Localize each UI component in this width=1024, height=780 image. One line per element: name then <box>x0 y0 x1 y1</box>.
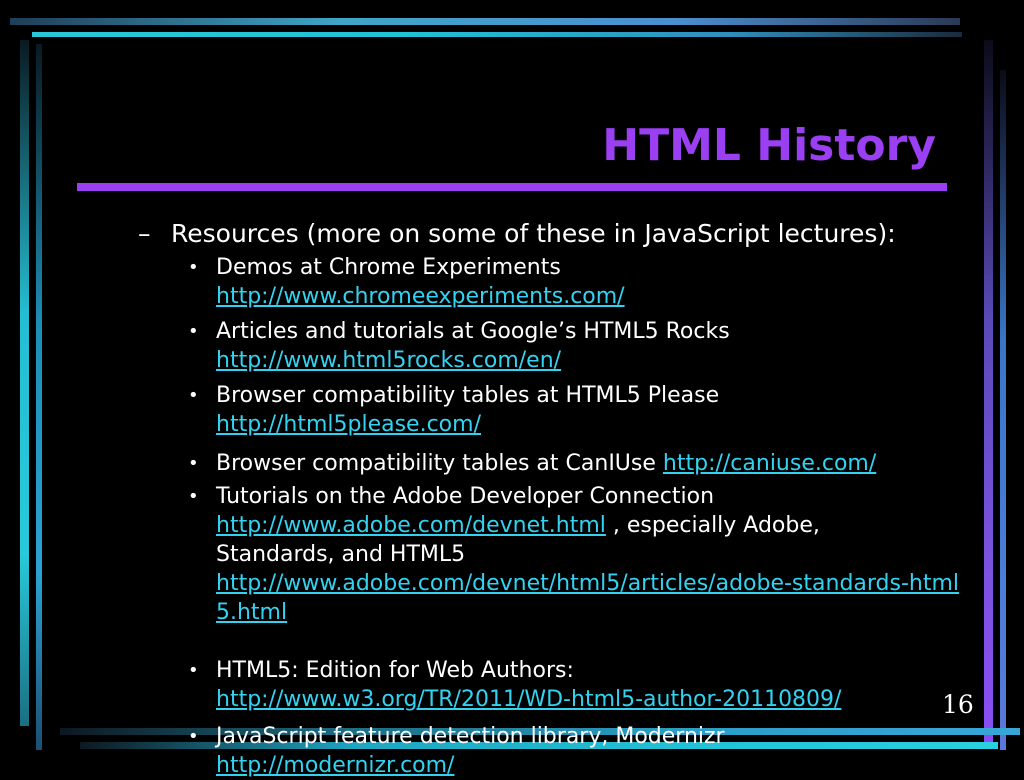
list-item-text: HTML5: Edition for Web Authors: <box>216 658 574 683</box>
link-html5rocks[interactable]: http://www.html5rocks.com/en/ <box>216 346 976 375</box>
list-item: • JavaScript feature detection library, … <box>188 722 976 780</box>
bullet-icon: • <box>188 257 199 278</box>
list-item-text: Articles and tutorials at Google’s HTML5… <box>216 319 730 344</box>
list-item: • Demos at Chrome Experiments http://www… <box>188 253 976 311</box>
slide-content: – Resources (more on some of these in Ja… <box>0 0 1024 778</box>
page-number: 16 <box>942 690 974 719</box>
list-item-text: Demos at Chrome Experiments <box>216 255 561 280</box>
link-caniuse[interactable]: http://caniuse.com/ <box>663 451 876 476</box>
bullet-icon: • <box>188 321 199 342</box>
list-item: • Articles and tutorials at Google’s HTM… <box>188 317 976 375</box>
bullet-icon: • <box>188 726 199 747</box>
bullet-icon: • <box>188 486 199 507</box>
link-chromeexperiments[interactable]: http://www.chromeexperiments.com/ <box>216 282 976 311</box>
list-item-text: Browser compatibility tables at HTML5 Pl… <box>216 383 720 408</box>
list-item: • Browser compatibility tables at HTML5 … <box>188 381 976 439</box>
level1-dash-icon: – <box>138 219 151 248</box>
level1-heading: Resources (more on some of these in Java… <box>171 219 896 248</box>
list-item-text: JavaScript feature detection library, Mo… <box>216 724 725 749</box>
bullet-icon: • <box>188 385 199 406</box>
list-item: • Tutorials on the Adobe Developer Conne… <box>188 482 976 627</box>
link-adobe-devnet[interactable]: http://www.adobe.com/devnet.html <box>216 513 606 538</box>
link-modernizr[interactable]: http://modernizr.com/ <box>216 751 976 780</box>
link-w3-html5-author[interactable]: http://www.w3.org/TR/2011/WD-html5-autho… <box>216 685 976 714</box>
bullet-icon: • <box>188 660 199 681</box>
bullet-icon: • <box>188 453 199 474</box>
list-item: • Browser compatibility tables at CanIUs… <box>188 449 976 478</box>
list-item: • HTML5: Edition for Web Authors: http:/… <box>188 656 976 714</box>
list-item-text: Browser compatibility tables at CanIUse <box>216 451 656 476</box>
link-adobe-standards-html5[interactable]: http://www.adobe.com/devnet/html5/articl… <box>216 569 966 627</box>
link-html5please[interactable]: http://html5please.com/ <box>216 410 976 439</box>
list-item-text: Tutorials on the Adobe Developer Connect… <box>216 484 715 509</box>
